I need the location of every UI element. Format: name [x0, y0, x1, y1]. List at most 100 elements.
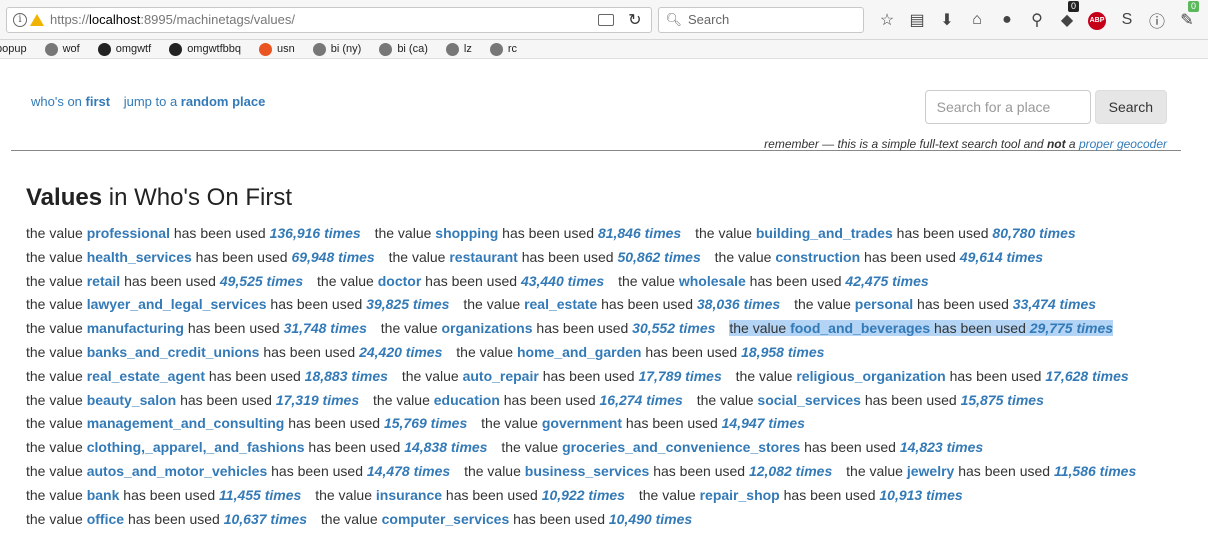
value-link[interactable]: management_and_consulting [87, 415, 285, 431]
count-link[interactable]: 10,913 times [879, 487, 962, 503]
count-link[interactable]: 11,586 times [1054, 463, 1136, 479]
url-bar[interactable]: i https://localhost:8995/machinetags/val… [6, 6, 653, 33]
adblock-icon[interactable]: ABP [1082, 9, 1112, 30]
extension-network-icon[interactable]: ⚲ [1022, 10, 1052, 30]
url-text[interactable]: https://localhost:8995/machinetags/value… [50, 12, 588, 27]
count-link[interactable]: 31,748 times [284, 320, 367, 336]
value-link[interactable]: repair_shop [700, 487, 780, 503]
bookmark-item[interactable]: bi (ca) [379, 42, 428, 56]
count-link[interactable]: 17,319 times [276, 392, 359, 408]
browser-search-bar[interactable]: 🔍︎ Search [658, 6, 864, 33]
value-link[interactable]: autos_and_motor_vehicles [87, 463, 268, 479]
value-link[interactable]: beauty_salon [87, 392, 176, 408]
value-link[interactable]: building_and_trades [756, 225, 893, 241]
random-place-link[interactable]: jump to a random place [124, 94, 266, 109]
count-link[interactable]: 24,420 times [359, 344, 442, 360]
extension-badge-icon[interactable]: ◆ 0 [1052, 0, 1082, 30]
warning-icon[interactable] [30, 13, 44, 26]
count-link[interactable]: 10,490 times [609, 511, 692, 527]
value-link[interactable]: computer_services [382, 511, 510, 527]
value-link[interactable]: personal [855, 296, 913, 312]
value-link[interactable]: lawyer_and_legal_services [87, 296, 267, 312]
count-link[interactable]: 10,637 times [224, 511, 307, 527]
count-link[interactable]: 17,628 times [1045, 368, 1128, 384]
value-link[interactable]: organizations [442, 320, 533, 336]
reading-list-icon[interactable]: ▤ [902, 10, 932, 30]
geocoder-link[interactable]: proper geocoder [1079, 137, 1167, 151]
count-link[interactable]: 49,614 times [960, 249, 1043, 265]
download-icon[interactable]: ⬇ [932, 10, 962, 30]
count-link[interactable]: 81,846 times [598, 225, 681, 241]
bookmark-item[interactable]: rc [489, 42, 517, 56]
count-link[interactable]: 15,769 times [384, 415, 467, 431]
count-link[interactable]: 80,780 times [992, 225, 1075, 241]
count-link[interactable]: 14,947 times [722, 415, 805, 431]
count-link[interactable]: 39,825 times [366, 296, 449, 312]
whos-on-first-link[interactable]: who's on first [31, 94, 110, 109]
value-link[interactable]: religious_organization [796, 368, 945, 384]
value-link[interactable]: jewelry [907, 463, 954, 479]
count-link[interactable]: 18,958 times [741, 344, 824, 360]
count-link[interactable]: 14,823 times [900, 439, 983, 455]
count-link[interactable]: 43,440 times [521, 273, 604, 289]
chat-icon[interactable]: ● [992, 11, 1022, 29]
value-link[interactable]: food_and_beverages [790, 320, 930, 336]
value-link[interactable]: restaurant [449, 249, 517, 265]
value-link[interactable]: education [434, 392, 500, 408]
bookmark-item[interactable]: usn [259, 42, 295, 56]
value-link[interactable]: groceries_and_convenience_stores [562, 439, 800, 455]
info-extension-icon[interactable]: ⓘ [1142, 8, 1172, 32]
value-link[interactable]: shopping [435, 225, 498, 241]
value-link[interactable]: construction [775, 249, 860, 265]
count-link[interactable]: 11,455 times [219, 487, 301, 503]
count-link[interactable]: 12,082 times [749, 463, 832, 479]
count-link[interactable]: 49,525 times [220, 273, 303, 289]
value-link[interactable]: banks_and_credit_unions [87, 344, 260, 360]
value-link[interactable]: insurance [376, 487, 442, 503]
search-button[interactable]: Search [1094, 90, 1167, 124]
value-link[interactable]: manufacturing [87, 320, 184, 336]
value-link[interactable]: government [542, 415, 622, 431]
bookmark-item[interactable]: wof [44, 42, 80, 56]
place-search-input[interactable] [924, 90, 1091, 124]
count-link[interactable]: 50,862 times [617, 249, 700, 265]
count-link[interactable]: 69,948 times [291, 249, 374, 265]
count-link[interactable]: 14,478 times [367, 463, 450, 479]
count-link[interactable]: 18,883 times [305, 368, 388, 384]
count-link[interactable]: 14,838 times [404, 439, 487, 455]
bookmark-item[interactable]: bi (ny) [312, 42, 361, 56]
count-link[interactable]: 33,474 times [1013, 296, 1096, 312]
count-link[interactable]: 136,916 times [270, 225, 361, 241]
count-link[interactable]: 16,274 times [600, 392, 683, 408]
count-link[interactable]: 30,552 times [632, 320, 715, 336]
value-link[interactable]: clothing,_apparel,_and_fashions [87, 439, 305, 455]
bookmark-item[interactable]: omgwtfbbq [169, 42, 241, 56]
value-link[interactable]: wholesale [679, 273, 746, 289]
value-link[interactable]: doctor [378, 273, 422, 289]
extension-s-icon[interactable]: S [1112, 11, 1142, 29]
reload-icon[interactable]: ↻ [628, 10, 641, 30]
bookmark-item[interactable]: lz [445, 42, 472, 56]
value-link[interactable]: real_estate [524, 296, 597, 312]
count-link[interactable]: 17,789 times [638, 368, 721, 384]
value-link[interactable]: home_and_garden [517, 344, 641, 360]
home-icon[interactable]: ⌂ [962, 11, 992, 29]
bookmark-item[interactable]: popup [0, 43, 27, 55]
count-link[interactable]: 29,775 times [1030, 320, 1113, 336]
extension-check-icon[interactable]: ✎ 0 [1172, 0, 1202, 30]
value-link[interactable]: health_services [87, 249, 192, 265]
bookmark-item[interactable]: omgwtf [97, 42, 151, 56]
value-link[interactable]: real_estate_agent [87, 368, 205, 384]
count-link[interactable]: 10,922 times [542, 487, 625, 503]
value-link[interactable]: auto_repair [463, 368, 539, 384]
info-icon[interactable]: i [13, 12, 27, 27]
bookmark-star-icon[interactable]: ☆ [872, 10, 902, 30]
value-link[interactable]: social_services [757, 392, 861, 408]
value-link[interactable]: bank [87, 487, 120, 503]
value-link[interactable]: retail [87, 273, 120, 289]
count-link[interactable]: 15,875 times [961, 392, 1044, 408]
value-link[interactable]: professional [87, 225, 170, 241]
count-link[interactable]: 38,036 times [697, 296, 780, 312]
value-link[interactable]: business_services [525, 463, 650, 479]
count-link[interactable]: 42,475 times [845, 273, 928, 289]
